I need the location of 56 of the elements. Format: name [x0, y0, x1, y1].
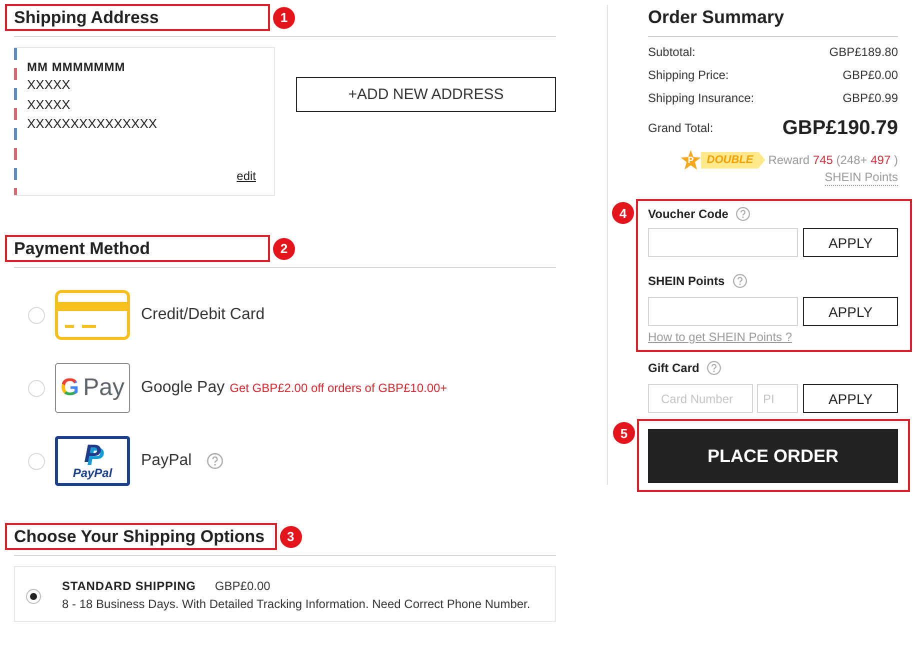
- summary-value: GBP£0.00: [842, 67, 898, 84]
- logo-text: PayPal: [72, 466, 112, 480]
- apply-button[interactable]: APPLY: [803, 228, 898, 257]
- section-title: Choose Your Shipping Options: [14, 526, 265, 546]
- help-icon[interactable]: [206, 453, 223, 469]
- apply-button[interactable]: APPLY: [803, 297, 898, 326]
- help-icon[interactable]: [732, 274, 747, 288]
- pin-field[interactable]: PI: [757, 384, 798, 413]
- radio-button[interactable]: [26, 588, 41, 604]
- shipping-description: 8 - 18 Business Days. With Detailed Tracking Information. Need Correct Phone Number.: [62, 596, 530, 613]
- field-label: Gift Card: [648, 361, 700, 375]
- help-icon[interactable]: [707, 361, 722, 375]
- callout-badge: 3: [280, 526, 302, 548]
- callout-badge: 4: [612, 202, 634, 224]
- summary-label: Subtotal:: [648, 44, 696, 61]
- callout-badge: 5: [613, 422, 635, 444]
- section-title: Shipping Address: [14, 8, 159, 28]
- callout-badge: 2: [273, 238, 295, 260]
- field-label: Voucher Code: [648, 207, 728, 221]
- address-line: XXXXX: [27, 76, 72, 94]
- field-label: SHEIN Points: [648, 274, 725, 288]
- help-icon[interactable]: [736, 207, 750, 221]
- address-line: XXXXXXXXXXXXXXX: [27, 115, 158, 133]
- shipping-price: GBP£0.00: [214, 579, 270, 593]
- callout-badge: 1: [273, 6, 295, 28]
- payment-label: Google Pay: [141, 379, 225, 397]
- apply-button[interactable]: APPLY: [803, 384, 898, 413]
- section-title: Payment Method: [14, 238, 150, 258]
- shipping-method-name: STANDARD SHIPPING: [62, 579, 196, 593]
- reward-text: Reward 745 (248+ 497 ): [768, 153, 898, 167]
- radio-button[interactable]: [28, 380, 45, 396]
- points-star-badge: P: [680, 150, 701, 170]
- paypal-p-logo: P: [84, 442, 101, 466]
- summary-label: Shipping Price:: [648, 67, 729, 84]
- address-line: XXXXX: [27, 96, 72, 114]
- summary-value: GBP£189.80: [829, 44, 898, 61]
- recipient-name: MM MMMMMMM: [27, 60, 126, 75]
- summary-label: Shipping Insurance:: [648, 90, 754, 107]
- input-field[interactable]: [648, 297, 798, 326]
- grand-total-value: GBP£190.79: [782, 116, 898, 141]
- logo-text: Pay: [83, 375, 125, 401]
- input-field[interactable]: [648, 228, 798, 257]
- edit-link[interactable]: edit: [236, 169, 256, 183]
- radio-button[interactable]: [28, 452, 45, 470]
- promo-text: Get GBP£2.00 off orders of GBP£10.00+: [230, 381, 448, 395]
- summary-value: GBP£0.99: [842, 90, 898, 107]
- place-order-button[interactable]: PLACE ORDER: [648, 429, 898, 483]
- payment-label: Credit/Debit Card: [141, 306, 265, 324]
- summary-title: Order Summary: [648, 6, 898, 37]
- card-number-field[interactable]: Card Number: [648, 384, 753, 413]
- double-tag: DOUBLE: [700, 152, 766, 168]
- payment-label: PayPal: [141, 452, 192, 470]
- credit-card-icon: [55, 290, 130, 340]
- add-address-button[interactable]: +ADD NEW ADDRESS: [296, 77, 556, 112]
- grand-total-label: Grand Total:: [648, 120, 714, 137]
- radio-button[interactable]: [28, 306, 45, 324]
